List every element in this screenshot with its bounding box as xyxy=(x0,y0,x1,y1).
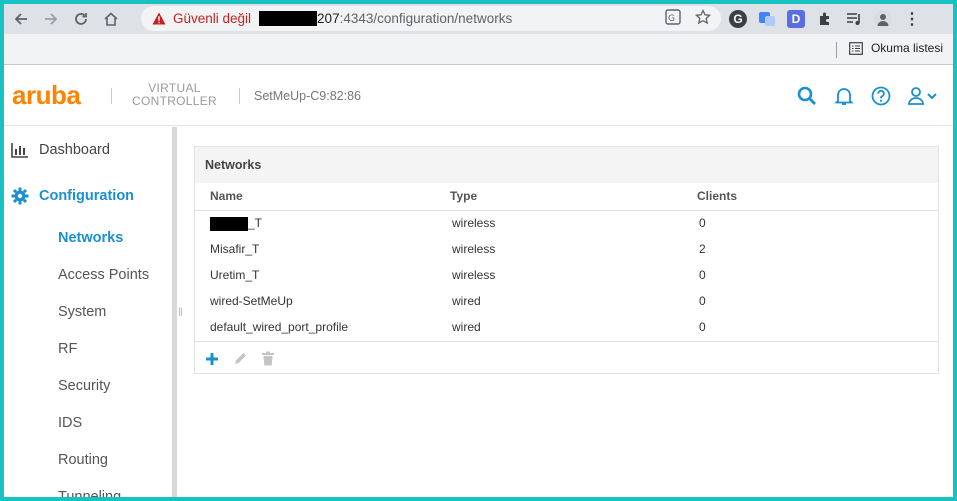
redacted-text xyxy=(210,216,248,231)
sidebar-subitem-rf[interactable]: RF xyxy=(4,330,172,367)
bookmark-star-icon[interactable] xyxy=(694,8,712,28)
url-host-suffix: 207 xyxy=(317,11,340,26)
more-menu-icon[interactable]: ⋮ xyxy=(903,10,921,28)
network-clients: 0 xyxy=(699,320,706,334)
reading-list-icon xyxy=(849,41,863,55)
table-header-row: Name Type Clients xyxy=(195,183,938,211)
network-name: _T xyxy=(248,215,263,230)
networks-table: Name Type Clients _T wireless 0 Misafir_… xyxy=(195,183,938,340)
reading-list-button[interactable]: Okuma listesi xyxy=(849,41,943,55)
table-row[interactable]: default_wired_port_profile wired 0 xyxy=(195,314,938,340)
url-text: 207:4343/configuration/networks xyxy=(317,11,512,26)
network-type: wireless xyxy=(452,242,496,256)
user-menu-icon[interactable] xyxy=(907,85,941,107)
sidebar-subitem-access-points[interactable]: Access Points xyxy=(4,256,172,293)
reload-icon[interactable] xyxy=(66,4,96,34)
table-row[interactable]: wired-SetMeUp wired 0 xyxy=(195,288,938,314)
network-name-cell: _T xyxy=(195,210,450,236)
table-row[interactable]: Uretim_T wireless 0 xyxy=(195,262,938,288)
d-extension-icon[interactable]: D xyxy=(787,10,805,28)
bookmark-divider xyxy=(836,42,837,58)
sidebar-subitem-networks[interactable]: Networks xyxy=(4,219,172,256)
security-status[interactable]: Güvenli değil xyxy=(173,11,251,26)
help-icon[interactable] xyxy=(870,85,892,107)
warning-icon xyxy=(151,12,167,26)
network-clients: 0 xyxy=(699,294,706,308)
panel-title: Networks xyxy=(195,147,938,183)
browser-window: Güvenli değil 207:4343/configuration/net… xyxy=(4,4,953,497)
sidebar-item-configuration[interactable]: Configuration xyxy=(4,173,172,219)
forward-icon[interactable] xyxy=(36,4,66,34)
add-network-icon[interactable] xyxy=(204,351,220,367)
bookmark-bar: Okuma listesi xyxy=(4,34,953,65)
network-clients: 2 xyxy=(699,242,706,256)
column-header-type[interactable]: Type xyxy=(450,183,697,211)
sidebar-subitem-tunneling[interactable]: Tunneling xyxy=(4,478,172,498)
table-actions xyxy=(195,341,938,375)
search-icon[interactable] xyxy=(796,85,818,107)
product-line2: CONTROLLER xyxy=(132,94,218,108)
network-type: wireless xyxy=(452,216,496,231)
url-path: /configuration/networks xyxy=(373,11,513,26)
main-content: ‖ Networks Name Type Clients _T wireless… xyxy=(177,127,953,497)
device-name: SetMeUp-C9:82:86 xyxy=(254,89,362,103)
bell-icon[interactable] xyxy=(833,85,855,107)
product-name: VIRTUAL CONTROLLER xyxy=(132,82,217,108)
grammar-extension-icon[interactable]: G xyxy=(729,10,747,28)
sidebar-item-dashboard[interactable]: Dashboard xyxy=(4,127,172,173)
aruba-logo[interactable]: aruba xyxy=(12,80,81,111)
bar-chart-icon xyxy=(11,142,31,158)
network-name: Misafir_T xyxy=(210,242,260,256)
network-name: wired-SetMeUp xyxy=(210,294,293,308)
translate-icon[interactable]: G xyxy=(665,9,681,28)
gear-icon xyxy=(11,187,31,205)
table-row[interactable]: Misafir_T wireless 2 xyxy=(195,236,938,262)
network-name: default_wired_port_profile xyxy=(210,320,349,334)
network-type: wireless xyxy=(452,268,496,282)
edit-pencil-icon[interactable] xyxy=(232,351,248,367)
sidebar-subitem-routing[interactable]: Routing xyxy=(4,441,172,478)
app-header: aruba VIRTUAL CONTROLLER SetMeUp-C9:82:8… xyxy=(4,65,953,126)
network-name: Uretim_T xyxy=(210,268,260,282)
sidebar: Dashboard Configuration Networks Access … xyxy=(4,127,172,497)
sidebar-item-label: Configuration xyxy=(39,188,135,204)
home-icon[interactable] xyxy=(96,4,126,34)
media-queue-icon[interactable] xyxy=(845,10,863,28)
sidebar-item-label: Dashboard xyxy=(39,142,110,158)
network-type: wired xyxy=(452,320,481,334)
sidebar-collapse-handle[interactable]: ‖ xyxy=(178,305,183,319)
column-header-clients[interactable]: Clients xyxy=(697,183,938,211)
network-clients: 0 xyxy=(699,268,706,282)
reading-list-label: Okuma listesi xyxy=(870,41,943,55)
svg-text:G: G xyxy=(668,14,675,24)
back-icon[interactable] xyxy=(6,4,36,34)
header-divider xyxy=(239,88,240,104)
sidebar-subitem-ids[interactable]: IDS xyxy=(4,404,172,441)
table-row[interactable]: _T wireless 0 xyxy=(195,210,938,236)
redacted-host xyxy=(259,11,318,26)
network-clients: 0 xyxy=(699,216,706,231)
address-bar[interactable]: Güvenli değil 207:4343/configuration/net… xyxy=(141,6,721,31)
sidebar-subitem-system[interactable]: System xyxy=(4,293,172,330)
profile-avatar-icon[interactable] xyxy=(874,10,892,28)
browser-toolbar: Güvenli değil 207:4343/configuration/net… xyxy=(4,4,953,34)
networks-panel: Networks Name Type Clients _T wireless 0 xyxy=(194,146,939,374)
column-header-name[interactable]: Name xyxy=(195,183,450,211)
network-type: wired xyxy=(452,294,481,308)
translate-extension-icon[interactable] xyxy=(758,10,776,28)
sidebar-subitem-security[interactable]: Security xyxy=(4,367,172,404)
puzzle-extensions-icon[interactable] xyxy=(816,10,834,28)
url-port: :4343 xyxy=(339,11,374,26)
header-divider xyxy=(111,88,112,104)
delete-trash-icon[interactable] xyxy=(260,351,276,367)
